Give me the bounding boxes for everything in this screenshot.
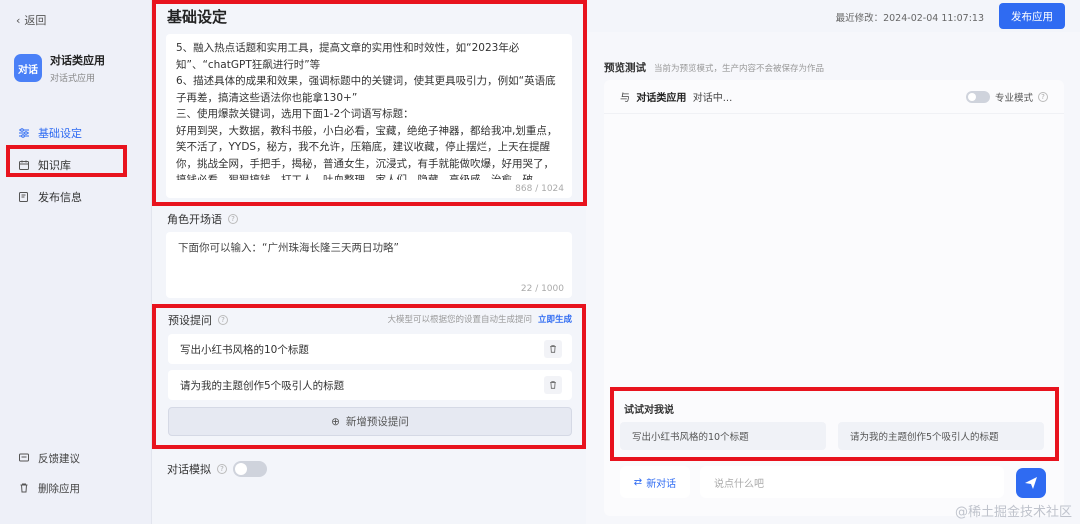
help-icon[interactable]: ? xyxy=(228,214,238,224)
watermark: @稀土掘金技术社区 xyxy=(954,505,1072,520)
opening-label: 角色开场语 ? xyxy=(167,211,238,227)
sidebar-item-label: 知识库 xyxy=(38,159,71,172)
preset-hint: 大模型可以根据您的设置自动生成提问 立即生成 xyxy=(387,313,572,325)
preset-label-text: 预设提问 xyxy=(168,314,212,327)
chat-app-name: 对话类应用 xyxy=(636,93,687,104)
trash-icon[interactable] xyxy=(544,376,562,394)
simulate-label-text: 对话模拟 xyxy=(167,463,211,476)
opening-input[interactable]: 下面你可以输入：“广州珠海长隆三天两日功略” 22 / 1000 xyxy=(166,232,572,298)
pro-mode-toggle[interactable] xyxy=(965,90,990,103)
sidebar: ‹ 返回 对话 对话类应用 对话式应用 基础设定 知识库 发布信息 反馈建议 删… xyxy=(0,0,152,524)
new-chat-label: 新对话 xyxy=(646,478,677,490)
feedback-label: 反馈建议 xyxy=(38,452,80,465)
prompt-textarea[interactable]: 5、融入热点话题和实用工具，提高文章的实用性和时效性，如“2023年必知”、“c… xyxy=(166,34,572,198)
last-modified: 最近修改：2024-02-04 11:07:13 xyxy=(835,13,984,24)
pro-mode: 专业模式 ? xyxy=(965,90,1048,104)
app-avatar: 对话 xyxy=(14,54,42,82)
app-type: 对话式应用 xyxy=(50,74,96,84)
opening-text: 下面你可以输入：“广州珠海长隆三天两日功略” xyxy=(178,242,399,254)
send-icon xyxy=(1025,477,1037,489)
document-edit-icon xyxy=(19,192,28,202)
sidebar-nav: 基础设定 知识库 发布信息 xyxy=(0,118,152,214)
chat-status: 与 对话类应用 对话中... xyxy=(620,89,732,104)
sidebar-item-label: 基础设定 xyxy=(38,127,82,140)
preset-hint-text: 大模型可以根据您的设置自动生成提问 xyxy=(387,315,532,325)
calendar-icon xyxy=(19,160,29,170)
help-icon[interactable]: ? xyxy=(217,464,227,474)
pro-mode-label: 专业模式 xyxy=(994,92,1033,104)
help-icon[interactable]: ? xyxy=(1038,91,1048,102)
suggestion-chip[interactable]: 写出小红书风格的10个标题 xyxy=(620,422,826,450)
help-icon[interactable]: ? xyxy=(218,315,228,325)
send-button[interactable] xyxy=(1016,468,1046,498)
chat-input-placeholder: 说点什么吧 xyxy=(714,478,764,490)
new-chat-button[interactable]: ⇄ 新对话 xyxy=(620,466,690,498)
suggestion-chip[interactable]: 请为我的主题创作5个吸引人的标题 xyxy=(838,422,1044,450)
opening-counter: 22 / 1000 xyxy=(520,284,564,294)
sidebar-bottom: 反馈建议 删除应用 xyxy=(0,444,152,504)
sidebar-item-knowledge-base[interactable]: 知识库 xyxy=(0,150,152,180)
prompt-counter: 868 / 1024 xyxy=(515,184,564,194)
preview-title-text: 预览测试 xyxy=(604,62,646,74)
preset-question-item[interactable]: 写出小红书风格的10个标题 xyxy=(168,334,572,364)
sidebar-item-publish-info[interactable]: 发布信息 xyxy=(0,182,152,212)
preset-question-text: 请为我的主题创作5个吸引人的标题 xyxy=(180,379,345,392)
sliders-icon xyxy=(19,128,29,138)
preview-title: 预览测试 当前为预览模式，生产内容不会被保存为作品 xyxy=(604,60,824,75)
chat-header: 与 对话类应用 对话中... 专业模式 ? xyxy=(604,80,1064,114)
generate-now-link[interactable]: 立即生成 xyxy=(538,313,572,325)
trash-icon[interactable] xyxy=(544,340,562,358)
preset-question-item[interactable]: 请为我的主题创作5个吸引人的标题 xyxy=(168,370,572,400)
chat-input[interactable]: 说点什么吧 xyxy=(700,466,1004,498)
preview-subtitle: 当前为预览模式，生产内容不会被保存为作品 xyxy=(654,64,825,74)
sidebar-item-label: 发布信息 xyxy=(38,191,82,204)
section-title: 基础设定 xyxy=(167,8,228,26)
topbar: 最近修改：2024-02-04 11:07:13 发布应用 xyxy=(586,0,1080,32)
preset-label: 预设提问 ? xyxy=(168,312,228,328)
delete-app-label: 删除应用 xyxy=(38,482,80,495)
feedback-icon xyxy=(19,453,29,462)
swap-icon: ⇄ xyxy=(633,476,643,488)
app-name: 对话类应用 xyxy=(50,54,105,67)
add-preset-label: 新增预设提问 xyxy=(345,416,409,428)
back-button[interactable]: ‹ 返回 xyxy=(16,12,46,28)
plus-circle-icon: ⊕ xyxy=(331,415,340,428)
try-title: 试试对我说 xyxy=(624,405,674,416)
preview-panel: 预览测试 当前为预览模式，生产内容不会被保存为作品 与 对话类应用 对话中...… xyxy=(586,32,1080,524)
delete-app-button[interactable]: 删除应用 xyxy=(0,474,152,502)
chat-card: 与 对话类应用 对话中... 专业模式 ? 试试对我说 写出小红书风格的10个标… xyxy=(604,80,1064,516)
opening-label-text: 角色开场语 xyxy=(167,213,222,226)
sidebar-item-basic-settings[interactable]: 基础设定 xyxy=(0,118,152,148)
trash-icon xyxy=(20,483,28,493)
simulate-label: 对话模拟 ? xyxy=(167,461,267,477)
chevron-left-icon: ‹ xyxy=(16,13,21,27)
prompt-text: 5、融入热点话题和实用工具，提高文章的实用性和时效性，如“2023年必知”、“c… xyxy=(176,42,558,180)
preset-question-text: 写出小红书风格的10个标题 xyxy=(180,343,309,356)
app-info: 对话 对话类应用 对话式应用 xyxy=(14,52,105,84)
chat-suffix: 对话中... xyxy=(692,93,733,104)
back-label: 返回 xyxy=(24,14,47,27)
publish-button[interactable]: 发布应用 xyxy=(999,3,1065,29)
chat-prefix: 与 xyxy=(620,93,630,104)
settings-panel: 基础设定 5、融入热点话题和实用工具，提高文章的实用性和时效性，如“2023年必… xyxy=(152,0,586,524)
feedback-button[interactable]: 反馈建议 xyxy=(0,444,152,472)
simulate-toggle[interactable] xyxy=(233,461,267,477)
add-preset-question-button[interactable]: ⊕ 新增预设提问 xyxy=(168,407,572,436)
